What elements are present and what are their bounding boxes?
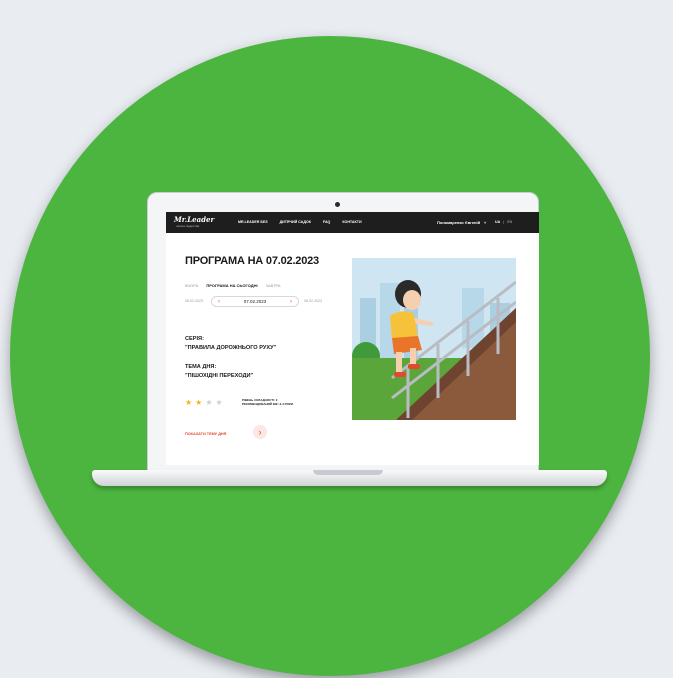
lang-en[interactable]: EN xyxy=(507,220,512,224)
nav-link-faq[interactable]: FAQ xyxy=(323,220,330,224)
date-prev[interactable]: 06.02.2023 xyxy=(185,299,203,303)
difficulty-meta: РІВЕНЬ СКЛАДНОСТІ: 2 РЕКОМЕНДОВАНИЙ ВІК:… xyxy=(242,398,293,406)
stairs-illustration xyxy=(352,258,516,420)
page-title: ПРОГРАМА НА 07.02.2023 xyxy=(185,255,319,267)
date-current: 07.02.2023 xyxy=(243,299,267,304)
chevron-right-icon[interactable]: › xyxy=(290,299,292,305)
date-next[interactable]: 08.02.2023 xyxy=(304,299,322,303)
site-logo[interactable]: Mr.Leader xyxy=(174,215,214,224)
chevron-down-icon: ˅ xyxy=(484,220,487,225)
show-topic-link[interactable]: ПОКАЗАТИ ТЕМУ ДНЯ xyxy=(185,432,226,436)
laptop-notch xyxy=(313,470,383,475)
date-picker[interactable]: ‹ 07.02.2023 › xyxy=(211,296,299,307)
tab-yesterday[interactable]: ВЧОРА xyxy=(185,283,198,288)
logo-tagline: школа лідерства xyxy=(176,224,200,228)
lang-ua[interactable]: UA xyxy=(495,220,500,224)
tab-today[interactable]: ПРОГРАМА НА СЬОГОДНІ xyxy=(206,283,257,288)
webcam-icon xyxy=(335,202,340,207)
language-switcher: UA | EN xyxy=(495,220,512,224)
series-value: "ПРАВИЛА ДОРОЖНЬОГО РУХУ" xyxy=(185,345,277,351)
topic-value: "ПІШОХІДНІ ПЕРЕХОДИ" xyxy=(185,373,254,379)
series-label: СЕРІЯ: xyxy=(185,336,204,342)
star-icon: ★ xyxy=(215,398,223,407)
difficulty-rating: ★ ★ ★ ★ xyxy=(185,398,223,407)
day-tabs: ВЧОРА ПРОГРАМА НА СЬОГОДНІ ЗАВТРА xyxy=(185,283,281,288)
chevron-right-icon[interactable]: › xyxy=(253,425,267,439)
nav-links: MR.LEADER БЕЗ ДИТЯЧИЙ САДОК FAQ КОНТАКТИ xyxy=(238,220,362,224)
chevron-left-icon[interactable]: ‹ xyxy=(218,299,220,305)
star-icon: ★ xyxy=(195,398,203,407)
user-name: Пономаренко Євгеній xyxy=(437,220,481,225)
topic-label: ТЕМА ДНЯ: xyxy=(185,364,217,370)
nav-link-about[interactable]: MR.LEADER БЕЗ xyxy=(238,220,268,224)
top-navigation: Mr.Leader школа лідерства MR.LEADER БЕЗ … xyxy=(166,212,539,233)
nav-link-contacts[interactable]: КОНТАКТИ xyxy=(342,220,361,224)
lang-divider: | xyxy=(503,220,505,224)
tab-tomorrow[interactable]: ЗАВТРА xyxy=(266,283,281,288)
star-icon: ★ xyxy=(205,398,213,407)
user-menu[interactable]: Пономаренко Євгеній ˅ xyxy=(437,220,486,225)
laptop-screen: Mr.Leader школа лідерства MR.LEADER БЕЗ … xyxy=(166,212,539,465)
nav-link-kindergarten[interactable]: ДИТЯЧИЙ САДОК xyxy=(280,220,311,224)
star-icon: ★ xyxy=(185,398,193,407)
recommended-age: РЕКОМЕНДОВАНИЙ ВІК: 3-4 РОКИ xyxy=(242,402,293,406)
